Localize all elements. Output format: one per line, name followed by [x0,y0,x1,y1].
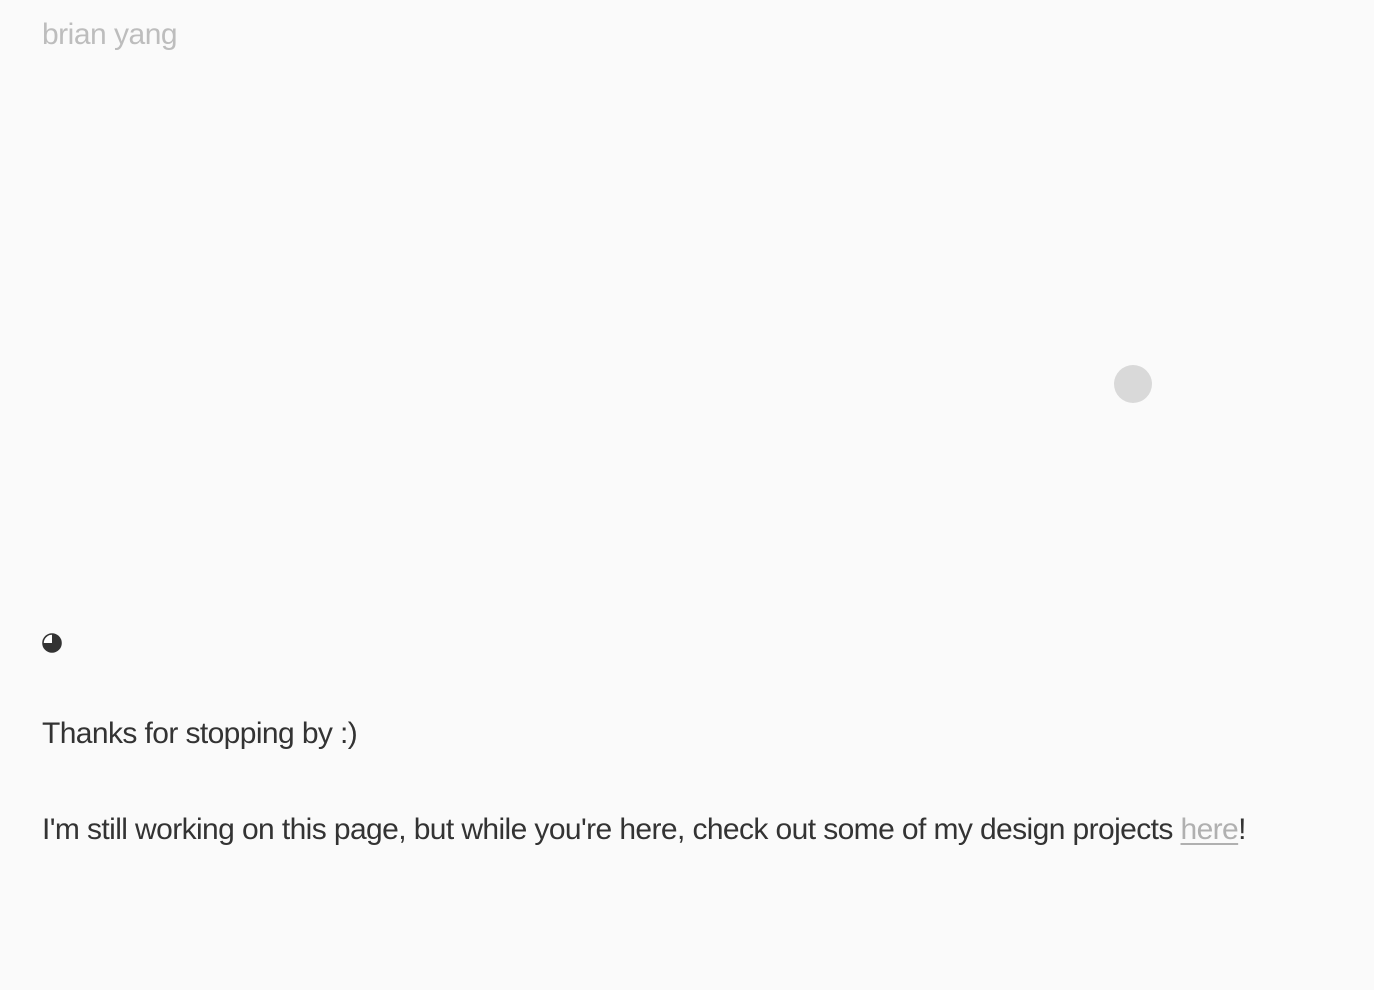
intro-message: I'm still working on this page, but whil… [42,813,1246,847]
thanks-heading: Thanks for stopping by :) [42,717,358,750]
site-name-link[interactable]: brian yang [42,18,178,52]
theme-toggle-button[interactable] [42,633,62,653]
circle-half-icon [42,633,62,653]
message-end: ! [1238,813,1246,846]
design-projects-link[interactable]: here [1181,813,1239,846]
cursor-dot [1114,365,1152,403]
message-text: I'm still working on this page, but whil… [42,813,1181,846]
